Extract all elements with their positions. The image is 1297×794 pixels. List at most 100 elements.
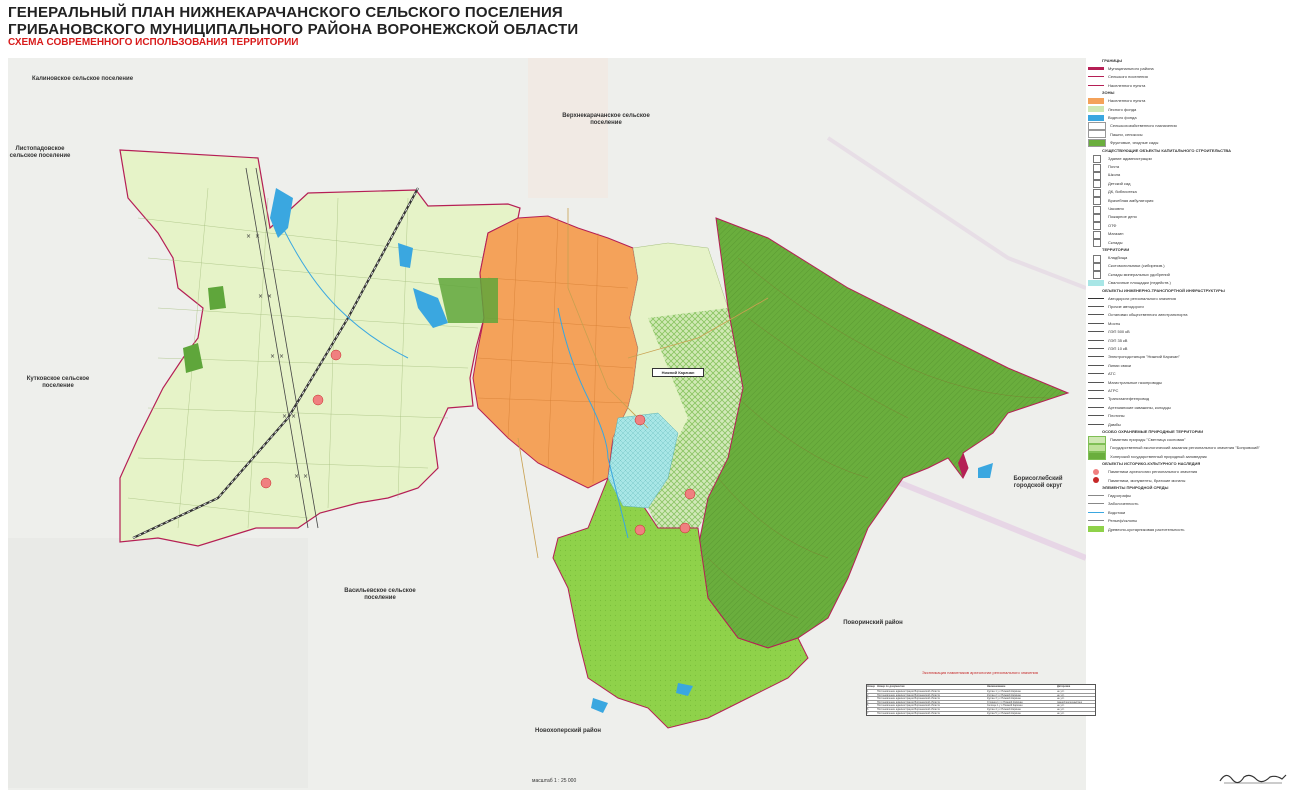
legend-item: ДК, библиотека [1088,188,1137,197]
legend-label: Водного фонда [1108,115,1137,120]
legend-item: ЛЭП 35 кВ [1088,337,1127,344]
legend-item: Мосты [1088,320,1120,327]
legend-item: Кладбища [1088,254,1128,263]
legend-section-zones: ЗОНЫ [1102,90,1115,96]
legend-symbol [1088,180,1104,189]
building-icon [1093,155,1101,164]
legend-item: Заболоченность [1088,500,1138,507]
legend-item: Прочие автодороги [1088,303,1144,310]
legend-label: Мосты [1108,320,1121,326]
territory-icon [1093,262,1101,271]
legend-section-protected: ОСОБО ОХРАНЯЕМЫЕ ПРИРОДНЫЕ ТЕРРИТОРИИ [1102,429,1204,434]
legend-item: Водного фонда [1088,114,1137,121]
legend-item: Школа [1088,171,1120,180]
building-icon [1093,205,1101,214]
legend-item: Лесного фонда [1088,106,1136,113]
territory-icon [1093,271,1101,280]
label-kutkovskoe: Кутковское сельское поселение [26,376,90,389]
legend-item: Здание администрации [1088,155,1152,164]
building-icon [1093,188,1101,197]
legend-label: Электроподстанция "Нижний Карачан" [1108,354,1180,360]
legend-symbol [1088,314,1104,316]
legend-label: Водотоки [1108,509,1126,515]
label-verkhnekarachanskoe: Верхнекарачанское сельское поселение [562,113,650,126]
legend-symbol [1088,306,1104,307]
legend-symbol [1088,163,1104,172]
legend-symbol [1088,503,1104,505]
map-legend: ГРАНИЦЫ Муниципального района Сельского по… [1088,56,1294,656]
building-icon [1093,222,1101,231]
legend-symbol [1088,423,1104,425]
legend-section-territories: ТЕРРИТОРИИ [1102,247,1130,252]
legend-symbol [1088,130,1106,139]
legend-item: Плотины [1088,412,1125,419]
legend-item: Электроподстанция "Нижний Карачан" [1088,353,1180,360]
legend-symbol [1088,356,1104,358]
legend-label: Заболоченность [1108,501,1139,507]
legend-section-infra: ОБЪЕКТЫ ИНЖЕНЕРНО-ТРАНСПОРТНОЙ ИНФРАСТРУ… [1102,287,1225,293]
legend-label: Склады минеральных удобрений [1108,271,1170,277]
legend-label: Памятники археологии регионального значе… [1108,469,1198,475]
legend-label: АГРС [1108,388,1119,393]
legend-symbol [1088,138,1106,147]
legend-section-borders: ГРАНИЦЫ [1102,58,1123,63]
legend-item: Муниципального района [1088,65,1154,72]
legend-symbol [1088,452,1106,461]
legend-symbol [1088,520,1104,522]
legend-label: Магазин [1108,231,1124,237]
map-canvas[interactable]: × × × × × × × × × × Калиновское сельское… [8,58,1086,790]
building-icon [1093,239,1101,248]
legend-symbol [1088,279,1104,286]
legend-symbol [1088,76,1104,78]
legend-symbol [1088,443,1106,452]
legend-label: Населенного пункта [1108,98,1146,104]
legend-symbol [1088,271,1104,280]
legend-label: Линии связи [1108,362,1131,368]
legend-label: Рельеф/склоны [1108,518,1138,524]
scale-text: масштаб 1 : 25 000 [532,778,577,784]
legend-item: ЛЭП 10 кВ [1088,345,1127,352]
legend-item: Остановки общественного автотранспорта [1088,311,1187,318]
legend-label: ДК, библиотека [1108,189,1137,195]
legend-symbol [1088,477,1104,484]
legend-label: Склады [1108,239,1123,245]
legend-item: Водотоки [1088,509,1125,516]
legend-item: Фруктовые, ягодные сады [1088,138,1158,147]
legend-symbol [1088,297,1104,299]
svg-text:×: × [270,353,275,360]
building-icon [1093,163,1101,172]
legend-item: Трансгазнефтепровод [1088,395,1149,402]
legend-label: Плотины [1108,413,1125,419]
legend-label: Хоперский государственный природный запо… [1110,453,1207,459]
svg-text:×: × [282,413,287,420]
table-cell: 7 [867,711,869,715]
legend-symbol [1088,511,1104,513]
legend-symbol [1088,415,1104,417]
legend-item: Сельскохозяйственного назначения [1088,121,1177,130]
legend-label: ЛЭП 35 кВ [1108,337,1128,343]
legend-symbol [1088,398,1104,400]
legend-item: Магистральные газопроводы [1088,379,1162,386]
legend-section-heritage: ОБЪЕКТЫ ИСТОРИКО-КУЛЬТУРНОГО НАСЛЕДИЯ [1102,461,1201,467]
legend-item: Свалочные площадки (недейств.) [1088,279,1171,286]
legend-symbol [1088,322,1104,324]
legend-label: Детский сад [1108,180,1131,186]
label-kalinovskoe: Калиновское сельское поселение [32,76,134,82]
svg-text:×: × [258,293,263,300]
legend-label: ОТФ [1108,222,1117,228]
legend-symbol [1088,155,1104,164]
legend-label: Гидрографы [1108,493,1132,498]
legend-label: Магистральные газопроводы [1108,379,1163,385]
svg-text:×: × [279,353,284,360]
legend-label: Врачебная амбулатория [1108,197,1154,203]
legend-symbol [1088,373,1104,375]
legend-label: Трансгазнефтепровод [1108,396,1150,402]
legend-symbol [1088,222,1104,231]
legend-label: Дамбы [1108,421,1121,427]
legend-label: Кладбища [1108,255,1128,260]
legend-item: Склады [1088,239,1123,248]
legend-label: Скотомогильники (сибиреязв.) [1108,263,1165,269]
label-povorinskiy: Поворинский район [843,620,903,626]
legend-label: Лесного фонда [1108,106,1137,112]
legend-label: Почта [1108,164,1120,169]
